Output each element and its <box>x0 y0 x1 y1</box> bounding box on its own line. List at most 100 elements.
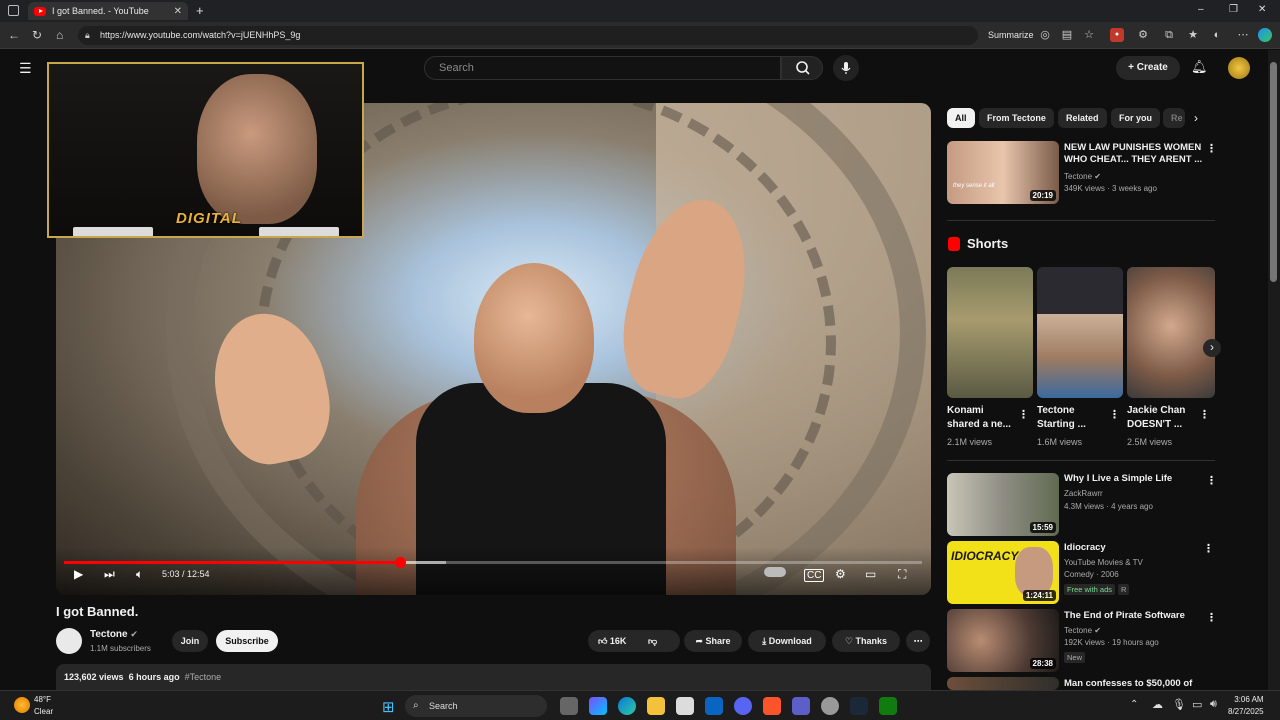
recommended-title[interactable]: The End of Pirate Software <box>1064 610 1185 622</box>
profile-icon[interactable]: ◐ <box>1210 28 1224 42</box>
join-button[interactable]: Join <box>172 630 208 652</box>
account-avatar[interactable] <box>1228 57 1250 79</box>
tray-chevron-icon[interactable]: ⌃ <box>1130 699 1138 710</box>
onedrive-icon[interactable]: ☁ <box>1152 698 1163 711</box>
back-icon[interactable]: ← <box>8 28 20 42</box>
create-button[interactable]: + Create <box>1116 56 1180 80</box>
taskbar-search[interactable]: ⌕ Search <box>405 695 547 717</box>
more-options-icon[interactable]: ⋮ <box>1206 474 1217 487</box>
short-title[interactable]: Jackie Chan DOESN'T ... <box>1127 404 1205 432</box>
window-close-icon[interactable]: ✕ <box>1258 4 1266 15</box>
notifications-bell-icon[interactable]: 🔔︎ <box>1191 59 1208 75</box>
recommended-thumbnail[interactable] <box>947 677 1059 690</box>
file-explorer-icon[interactable] <box>647 697 665 715</box>
chip-for-you[interactable]: For you <box>1111 108 1160 128</box>
play-pause-button[interactable]: ▶ <box>74 567 83 581</box>
browser-tab[interactable]: I got Banned. - YouTube ✕ <box>28 2 188 20</box>
obs-icon[interactable] <box>821 697 839 715</box>
recommended-thumbnail[interactable]: 28:38 <box>947 609 1059 672</box>
more-options-icon[interactable]: ⋮ <box>1199 408 1210 421</box>
steam-icon[interactable] <box>850 697 868 715</box>
system-clock[interactable]: 3:06 AM 8/27/2025 <box>1228 694 1264 718</box>
edge-browser-icon[interactable] <box>618 697 636 715</box>
home-icon[interactable]: ⌂ <box>56 28 63 42</box>
short-thumbnail[interactable] <box>1127 267 1215 398</box>
maximize-icon[interactable]: ❐ <box>1229 4 1238 15</box>
share-button[interactable]: ➦ Share <box>684 630 742 652</box>
windows-start-icon[interactable]: ⊞ <box>382 698 395 716</box>
refresh-icon[interactable]: ↻ <box>32 28 42 42</box>
description-box[interactable]: 123,602 views 6 hours ago #Tectone <box>56 664 931 690</box>
brave-icon[interactable] <box>763 697 781 715</box>
download-button[interactable]: ⤓ Download <box>748 630 826 652</box>
recommended-title[interactable]: Man confesses to $50,000 of <box>1064 678 1192 690</box>
shorts-next-chevron-icon[interactable]: › <box>1203 339 1221 357</box>
channel-name[interactable]: Tectone ✔ <box>90 629 138 640</box>
store-icon[interactable] <box>676 697 694 715</box>
extension-icon[interactable]: ● <box>1110 28 1124 42</box>
task-view-icon[interactable] <box>560 697 578 715</box>
subscribe-button[interactable]: Subscribe <box>216 630 278 652</box>
weather-icon[interactable] <box>14 697 30 713</box>
theater-mode-icon[interactable]: ▭ <box>865 567 876 581</box>
recommended-channel[interactable]: YouTube Movies & TV <box>1064 557 1143 568</box>
chip-all[interactable]: All <box>947 108 975 128</box>
chip-from-tectone[interactable]: From Tectone <box>979 108 1054 128</box>
more-options-icon[interactable]: ⋮ <box>1018 408 1029 421</box>
hashtag-link[interactable]: #Tectone <box>185 672 222 682</box>
outlook-icon[interactable] <box>705 697 723 715</box>
autoplay-toggle[interactable] <box>764 567 786 577</box>
read-aloud-icon[interactable]: ◎ <box>1038 28 1052 42</box>
recommended-title[interactable]: NEW LAW PUNISHES WOMEN WHO CHEAT... THEY … <box>1064 142 1204 166</box>
next-button[interactable]: ⏭︎ <box>104 567 115 582</box>
xbox-icon[interactable] <box>879 697 897 715</box>
chip-related[interactable]: Related <box>1058 108 1107 128</box>
recommended-thumbnail[interactable]: 15:59 <box>947 473 1059 536</box>
minimize-icon[interactable]: – <box>1198 4 1204 15</box>
chip-truncated[interactable]: Re <box>1163 108 1185 128</box>
chips-next-chevron-icon[interactable]: › <box>1194 111 1198 125</box>
more-menu-icon[interactable]: ⋯ <box>1236 28 1250 42</box>
discord-icon[interactable] <box>734 697 752 715</box>
more-options-icon[interactable]: ⋮ <box>1206 611 1217 624</box>
captions-icon[interactable]: CC <box>804 569 825 582</box>
recommended-thumbnail[interactable]: they sense it all 20:19 <box>947 141 1059 204</box>
more-options-icon[interactable]: ⋮ <box>1109 408 1120 421</box>
voice-search-button[interactable] <box>833 55 859 81</box>
more-actions-button[interactable]: ⋯ <box>906 630 930 652</box>
thumbs-down-icon[interactable]: 👎︎ <box>648 630 657 652</box>
extension-puzzle-icon[interactable]: ⚙ <box>1136 28 1150 42</box>
fullscreen-icon[interactable]: ⛶ <box>898 567 906 582</box>
search-button[interactable] <box>781 56 823 80</box>
thanks-button[interactable]: ♡ Thanks <box>832 630 900 652</box>
new-tab-icon[interactable]: + <box>196 3 204 18</box>
recommended-channel[interactable]: Tectone ✔ <box>1064 171 1101 182</box>
more-options-icon[interactable]: ⋮ <box>1203 542 1214 555</box>
scrollbar-thumb[interactable] <box>1270 62 1277 282</box>
favorite-star-icon[interactable]: ☆ <box>1082 28 1096 42</box>
summarize-button[interactable]: Summarize <box>988 30 1034 40</box>
url-field[interactable]: 🔒︎ https://www.youtube.com/watch?v=jUENH… <box>78 26 978 45</box>
short-title[interactable]: Konami shared a ne... <box>947 404 1025 432</box>
short-thumbnail[interactable] <box>1037 267 1123 398</box>
reader-mode-icon[interactable]: ▤ <box>1060 28 1074 42</box>
short-title[interactable]: Tectone Starting ... <box>1037 404 1115 432</box>
microphone-tray-icon[interactable]: 🎙︎ <box>1172 698 1186 711</box>
short-thumbnail[interactable] <box>947 267 1033 398</box>
like-button[interactable]: 👍︎ 16K <box>598 636 626 646</box>
progress-scrubber[interactable] <box>394 557 406 568</box>
search-input[interactable]: Search <box>424 56 781 80</box>
weather-widget[interactable]: 48°F Clear <box>34 694 53 718</box>
settings-gear-icon[interactable]: ⚙ <box>835 567 846 581</box>
tab-actions-icon[interactable] <box>8 5 19 16</box>
recommended-channel[interactable]: Tectone ✔ <box>1064 625 1101 636</box>
close-tab-icon[interactable]: ✕ <box>174 6 182 17</box>
network-icon[interactable]: ▭ <box>1192 698 1202 711</box>
split-screen-icon[interactable]: ⧉ <box>1162 28 1176 42</box>
recommended-title[interactable]: Why I Live a Simple Life <box>1064 473 1172 485</box>
more-options-icon[interactable]: ⋮ <box>1206 142 1217 155</box>
hamburger-menu-icon[interactable]: ☰ <box>19 60 32 77</box>
channel-avatar[interactable] <box>56 628 82 654</box>
recommended-thumbnail[interactable]: IDIOCRACY 1:24:11 <box>947 541 1059 604</box>
volume-icon[interactable]: 🔈︎ <box>136 567 143 582</box>
